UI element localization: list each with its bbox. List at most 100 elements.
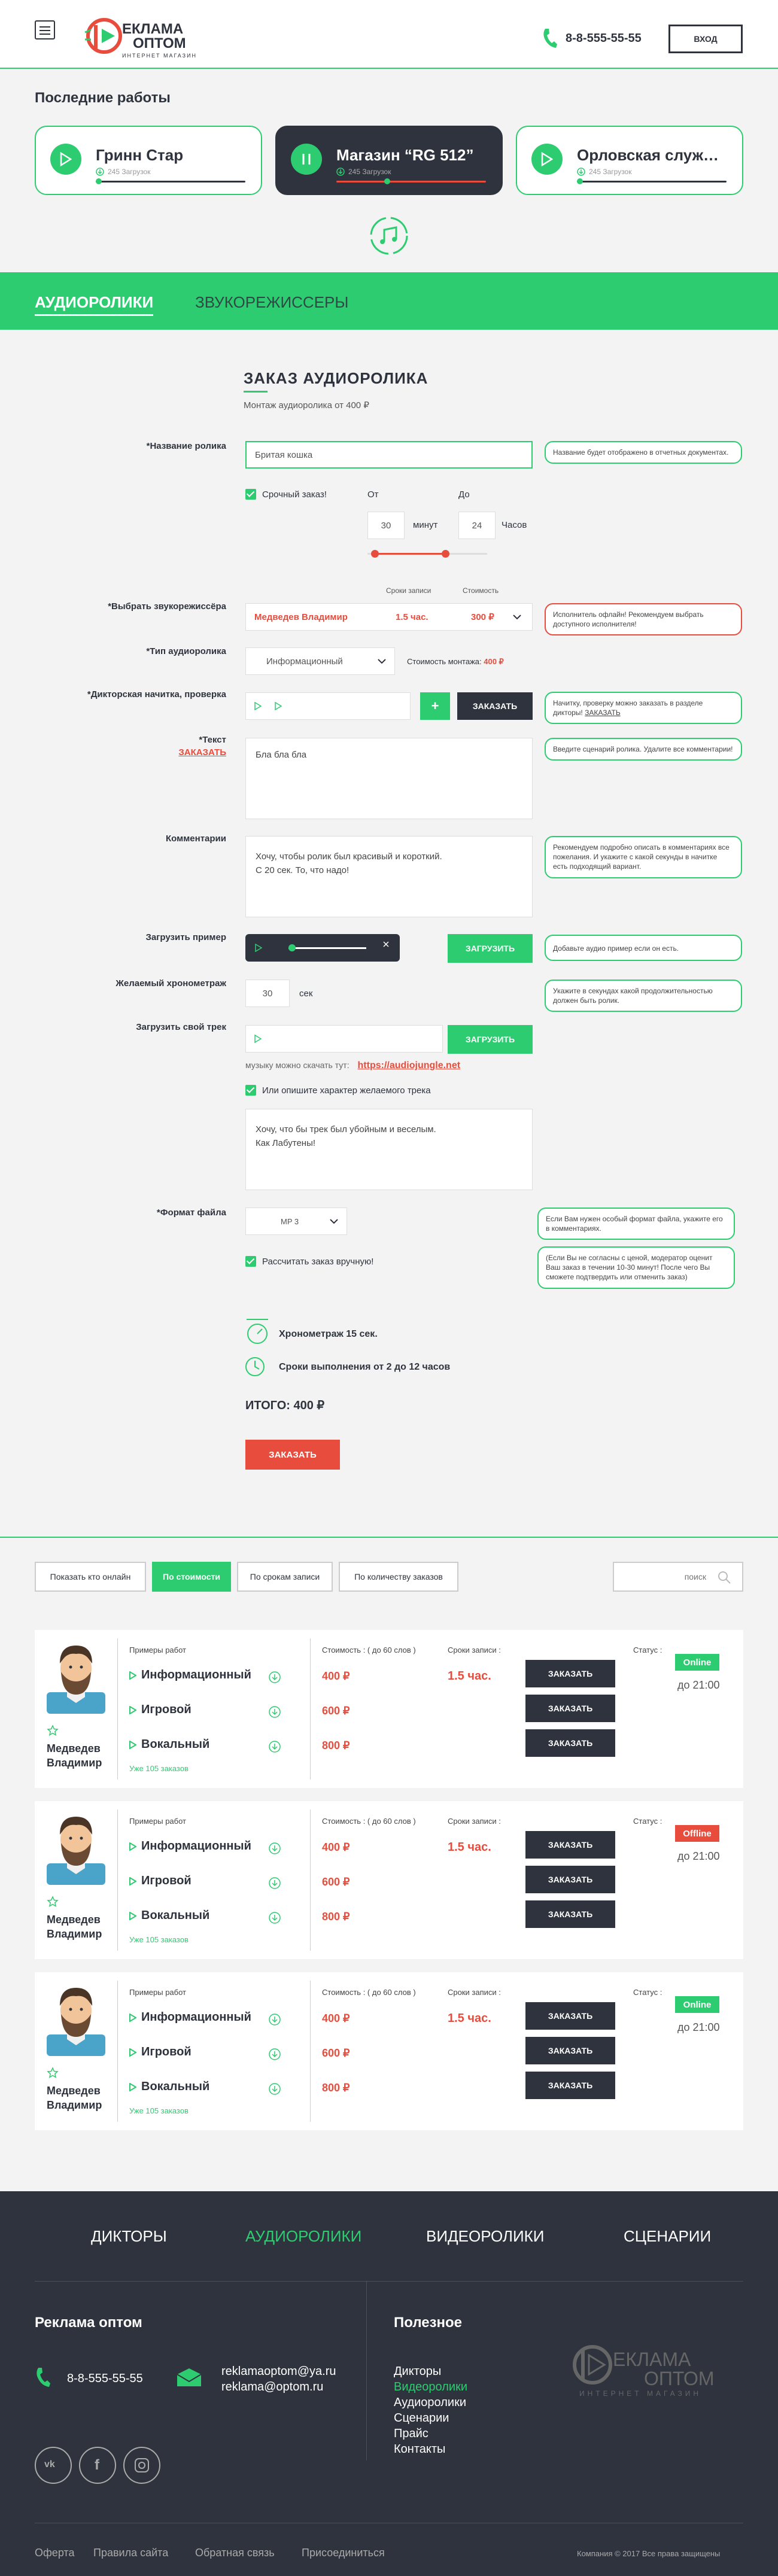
download-icon[interactable] (268, 2013, 281, 2026)
play-icon[interactable] (129, 2048, 136, 2057)
play-icon[interactable] (254, 1035, 262, 1043)
download-icon[interactable] (268, 1705, 281, 1719)
sample-progress[interactable] (288, 947, 366, 949)
filter-cost[interactable]: По стоимости (152, 1562, 231, 1592)
header-phone[interactable]: 8-8-555-55-55 (542, 28, 642, 49)
download-icon[interactable] (268, 1877, 281, 1890)
play-icon[interactable] (129, 2082, 136, 2091)
order-button[interactable]: ЗАКАЗАТЬ (525, 1831, 615, 1859)
recent-work-card[interactable]: Магазин “RG 512” 245 Загрузок (275, 126, 503, 195)
pause-icon[interactable] (291, 144, 322, 175)
track-audio-player[interactable] (245, 1025, 443, 1053)
engineer-select[interactable]: Медведев Владимир 1.5 час. 300 ₽ (245, 603, 533, 631)
facebook-icon[interactable]: f (79, 2447, 116, 2484)
filter-terms[interactable]: По срокам записи (237, 1562, 333, 1592)
from-input[interactable]: 30 (367, 512, 405, 539)
footer-link-rules[interactable]: Правила сайта (93, 2547, 168, 2559)
footer-link-price[interactable]: Прайс (394, 2426, 467, 2441)
filter-orders[interactable]: По количеству заказов (339, 1562, 458, 1592)
star-icon[interactable] (47, 1725, 59, 1736)
star-icon[interactable] (47, 1896, 59, 1908)
close-icon[interactable] (383, 941, 389, 947)
play-icon[interactable] (275, 702, 282, 710)
more-music-icon[interactable] (366, 213, 412, 258)
example-item[interactable]: Вокальный (129, 1909, 209, 1923)
footer-phone[interactable]: 8-8-555-55-55 (67, 2372, 143, 2386)
avatar[interactable] (47, 1808, 105, 1885)
play-icon[interactable] (254, 702, 262, 710)
download-icon[interactable] (268, 2048, 281, 2061)
order-button[interactable]: ЗАКАЗАТЬ (525, 1900, 615, 1928)
footer-email-2[interactable]: reklama@optom.ru (221, 2379, 336, 2395)
progress-bar[interactable] (96, 181, 245, 183)
order-button[interactable]: ЗАКАЗАТЬ (525, 1660, 615, 1687)
recent-work-card[interactable]: Гринн Стар 245 Загрузок (35, 126, 262, 195)
download-icon[interactable] (268, 2082, 281, 2096)
footer-link-audio[interactable]: Аудиоролики (394, 2395, 467, 2410)
urgent-checkbox[interactable] (245, 489, 256, 500)
time-range-slider[interactable] (367, 550, 487, 558)
example-item[interactable]: Игровой (129, 2045, 192, 2059)
add-intro-button[interactable]: + (420, 692, 450, 720)
track-description-input[interactable]: Хочу, что бы трек был убойным и веселым.… (245, 1109, 533, 1190)
tab-engineers[interactable]: ЗВУКОРЕЖИССЕРЫ (195, 293, 348, 312)
search-box[interactable] (613, 1562, 743, 1592)
comment-input[interactable]: Хочу, чтобы ролик был красивый и коротки… (245, 836, 533, 917)
example-item[interactable]: Игровой (129, 1703, 192, 1717)
example-item[interactable]: Информационный (129, 2011, 251, 2024)
order-button[interactable]: ЗАКАЗАТЬ (525, 1695, 615, 1722)
vk-icon[interactable]: vk (35, 2447, 72, 2484)
footer-nav-video[interactable]: ВИДЕОРОЛИКИ (426, 2227, 545, 2246)
order-button[interactable]: ЗАКАЗАТЬ (525, 2072, 615, 2099)
search-icon[interactable] (717, 1570, 731, 1584)
footer-link-feedback[interactable]: Обратная связь (195, 2547, 275, 2559)
intro-order-button[interactable]: ЗАКАЗАТЬ (457, 692, 533, 720)
avatar[interactable] (47, 1637, 105, 1714)
star-icon[interactable] (47, 2067, 59, 2079)
footer-nav-audio[interactable]: АУДИОРОЛИКИ (245, 2227, 361, 2246)
instagram-icon[interactable] (123, 2447, 160, 2484)
site-logo[interactable]: ЕКЛАМА ОПТОМ ИНТЕРНЕТ МАГАЗИН (84, 12, 203, 60)
progress-handle[interactable] (577, 178, 583, 184)
chrono-input[interactable]: 30 (245, 980, 290, 1007)
example-item[interactable]: Игровой (129, 1874, 192, 1888)
recent-work-card[interactable]: Орловская служ… 245 Загрузок (516, 126, 743, 195)
progress-bar[interactable] (336, 181, 486, 183)
play-icon[interactable] (129, 1842, 136, 1851)
example-item[interactable]: Информационный (129, 1839, 251, 1853)
login-button[interactable]: ВХОД (668, 25, 743, 53)
order-button[interactable]: ЗАКАЗАТЬ (525, 2002, 615, 2030)
name-input[interactable]: Бритая кошка (245, 441, 533, 469)
footer-link-contacts[interactable]: Контакты (394, 2441, 467, 2457)
play-icon[interactable] (129, 1877, 136, 1885)
play-icon[interactable] (255, 944, 262, 952)
footer-link-join[interactable]: Присоединиться (302, 2547, 385, 2559)
order-button[interactable]: ЗАКАЗАТЬ (525, 2037, 615, 2064)
footer-nav-speakers[interactable]: ДИКТОРЫ (91, 2227, 167, 2246)
range-handle-to[interactable] (442, 550, 449, 558)
to-input[interactable]: 24 (458, 512, 496, 539)
play-icon[interactable] (129, 1705, 136, 1714)
download-icon[interactable] (268, 1740, 281, 1753)
footer-link-speakers[interactable]: Дикторы (394, 2364, 467, 2379)
order-button[interactable]: ЗАКАЗАТЬ (525, 1866, 615, 1893)
order-button[interactable]: ЗАКАЗАТЬ (525, 1729, 615, 1757)
type-select[interactable]: Информационный (245, 647, 395, 675)
play-icon[interactable] (129, 2013, 136, 2022)
intro-audio-player[interactable] (245, 692, 411, 720)
example-item[interactable]: Вокальный (129, 2080, 209, 2094)
menu-icon[interactable] (35, 20, 55, 39)
play-icon[interactable] (531, 144, 563, 175)
play-icon[interactable] (50, 144, 81, 175)
download-icon[interactable] (268, 1671, 281, 1684)
play-icon[interactable] (129, 1911, 136, 1920)
download-icon[interactable] (268, 1911, 281, 1924)
footer-email-1[interactable]: reklamaoptom@ya.ru (221, 2364, 336, 2379)
sample-audio-player[interactable] (245, 934, 400, 962)
play-icon[interactable] (129, 1740, 136, 1749)
play-icon[interactable] (129, 1671, 136, 1680)
progress-bar[interactable] (577, 181, 727, 183)
avatar[interactable] (47, 1979, 105, 2056)
download-icon[interactable] (268, 1842, 281, 1855)
footer-logo[interactable]: ЕКЛАМА ОПТОМ ИНТЕРНЕТ МАГАЗИН (571, 2332, 733, 2398)
